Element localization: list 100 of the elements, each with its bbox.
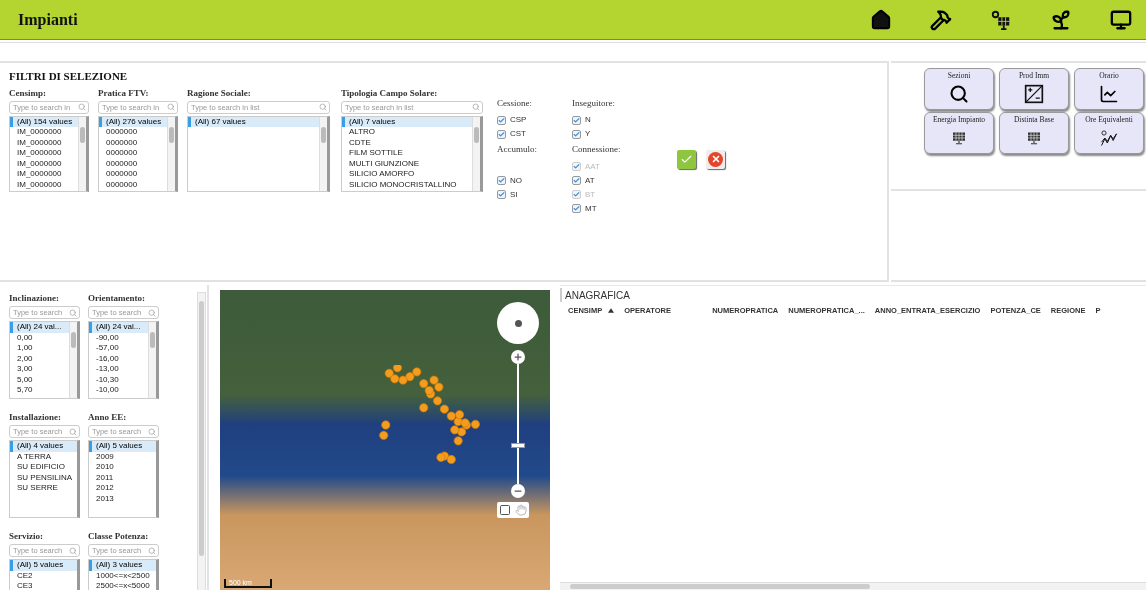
group-label: Inseguitore: [572, 96, 616, 110]
checkbox-label: CST [510, 128, 526, 140]
scrollbar[interactable] [78, 116, 86, 191]
pan-control[interactable] [497, 302, 539, 344]
list-item[interactable]: A TERRA [10, 451, 77, 462]
scrollbar[interactable] [167, 116, 175, 191]
search-icon [148, 308, 156, 317]
list-item[interactable]: 0000000 [99, 148, 167, 159]
list-item[interactable]: CE3 [10, 581, 77, 590]
list-item[interactable]: IM_0000000 [10, 148, 78, 159]
list-item[interactable]: (All) 276 values [99, 116, 167, 127]
checkbox-label: N [585, 114, 591, 126]
list-item[interactable]: 2013 [89, 493, 156, 504]
list-item[interactable]: FILM SOTTILE [342, 148, 472, 159]
scrollbar[interactable] [69, 322, 77, 398]
zoom-in-icon[interactable] [511, 350, 525, 364]
filter-label: Servizio: [9, 530, 44, 543]
list-item[interactable]: SILICIO MONOCRISTALLINO [342, 179, 472, 190]
search-icon [78, 103, 86, 111]
list-item[interactable]: (All) 7 values [342, 116, 472, 127]
search-icon [69, 427, 77, 436]
filter-label: Censimp: [9, 86, 47, 100]
cancel-button[interactable] [706, 149, 725, 169]
list-item[interactable]: 0,00 [10, 332, 69, 343]
list-item[interactable]: SU PENSILINA [10, 472, 77, 483]
list-item[interactable]: IM_0000000 [10, 137, 78, 148]
checkbox[interactable] [497, 190, 506, 199]
list-item[interactable]: SU EDIFICIO [10, 462, 77, 473]
list-item[interactable]: -10,00 [89, 385, 148, 396]
list-item[interactable]: IM_0000000 [10, 179, 78, 190]
slider-handle[interactable] [511, 443, 525, 448]
box-select-icon[interactable] [497, 502, 513, 518]
list-item[interactable]: 0000000 [99, 158, 167, 169]
horizontal-scrollbar[interactable] [560, 582, 1146, 590]
list-item[interactable]: CDTE [342, 137, 472, 148]
list-item[interactable]: (All) 5 values [89, 441, 156, 452]
list-item[interactable]: 1,00 [10, 343, 69, 354]
plant-icon[interactable] [1050, 8, 1072, 31]
list-item[interactable]: (All) 24 val... [89, 322, 148, 333]
solar-panel-icon[interactable] [990, 8, 1012, 31]
list-item[interactable]: (All) 4 values [10, 441, 77, 452]
list-item[interactable]: MULTI GIUNZIONE [342, 158, 472, 169]
search-icon [167, 103, 175, 111]
list-item[interactable]: 2009 [89, 451, 156, 462]
list-item[interactable]: (All) 24 val... [10, 322, 69, 333]
home-icon[interactable] [870, 8, 892, 31]
checkbox[interactable] [497, 176, 506, 185]
list-item[interactable]: 2012 [89, 483, 156, 494]
list-item[interactable]: 0000000 [99, 137, 167, 148]
checkbox[interactable] [572, 115, 581, 125]
list-item[interactable]: 0000000 [99, 179, 167, 190]
list-item[interactable]: (All) 154 values [10, 116, 78, 127]
checkbox[interactable] [572, 176, 581, 185]
list-item[interactable]: CE2 [10, 570, 77, 581]
list-item[interactable]: -10,30 [89, 374, 148, 385]
list-item[interactable]: (All) 5 values [10, 560, 77, 571]
list-item[interactable]: -57,00 [89, 343, 148, 354]
scrollbar[interactable] [319, 116, 327, 191]
list-item[interactable]: -13,00 [89, 364, 148, 375]
checkbox[interactable] [572, 129, 581, 139]
scrollbar[interactable] [472, 116, 480, 191]
checkbox-label: AT [585, 174, 595, 187]
checkbox[interactable] [497, 115, 506, 125]
checkbox[interactable] [572, 204, 581, 213]
search-icon [472, 103, 480, 111]
checkbox[interactable] [497, 129, 506, 139]
checkbox-label: SI [510, 188, 518, 201]
list-item[interactable]: (All) 67 values [188, 116, 319, 127]
list-item[interactable]: 5,00 [10, 374, 69, 385]
checkbox-label: NO [510, 174, 522, 187]
list-item[interactable]: SILICIO AMORFO [342, 169, 472, 180]
checkbox-label: AAT [585, 160, 600, 173]
hammer-icon[interactable] [930, 8, 952, 31]
list-item[interactable]: 2,00 [10, 353, 69, 364]
list-item[interactable]: -16,00 [89, 353, 148, 364]
list-item[interactable]: IM_0000000 [10, 127, 78, 138]
list-item[interactable]: -90,00 [89, 332, 148, 343]
list-item[interactable]: 0000000 [99, 127, 167, 138]
scrollbar[interactable] [148, 322, 156, 398]
list-item[interactable]: (All) 3 values [89, 560, 156, 571]
zoom-slider[interactable] [511, 364, 525, 484]
zoom-out-icon[interactable] [511, 484, 525, 498]
filter-label: Ragione Sociale: [187, 86, 252, 100]
list-item[interactable]: SU SERRE [10, 483, 77, 494]
list-item[interactable]: 0000000 [99, 169, 167, 180]
list-item[interactable]: 1000<=x<2500 [89, 570, 156, 581]
list-item[interactable]: 2010 [89, 462, 156, 473]
apply-button[interactable] [677, 149, 696, 169]
list-item[interactable]: IM_0000000 [10, 169, 78, 180]
table-title: ANAGRAFICA [560, 288, 1146, 302]
list-item[interactable]: ALTRO [342, 127, 472, 138]
search-icon [69, 308, 77, 317]
scrollbar[interactable] [197, 292, 206, 590]
list-item[interactable]: IM_0000000 [10, 158, 78, 169]
list-item[interactable]: 2011 [89, 472, 156, 483]
list-item[interactable]: 3,00 [10, 364, 69, 375]
list-item[interactable]: 5,70 [10, 385, 69, 396]
list-item[interactable]: 2500<=x<5000 [89, 581, 156, 590]
monitor-icon[interactable] [1110, 8, 1132, 31]
filter-label: Classe Potenza: [88, 530, 150, 543]
